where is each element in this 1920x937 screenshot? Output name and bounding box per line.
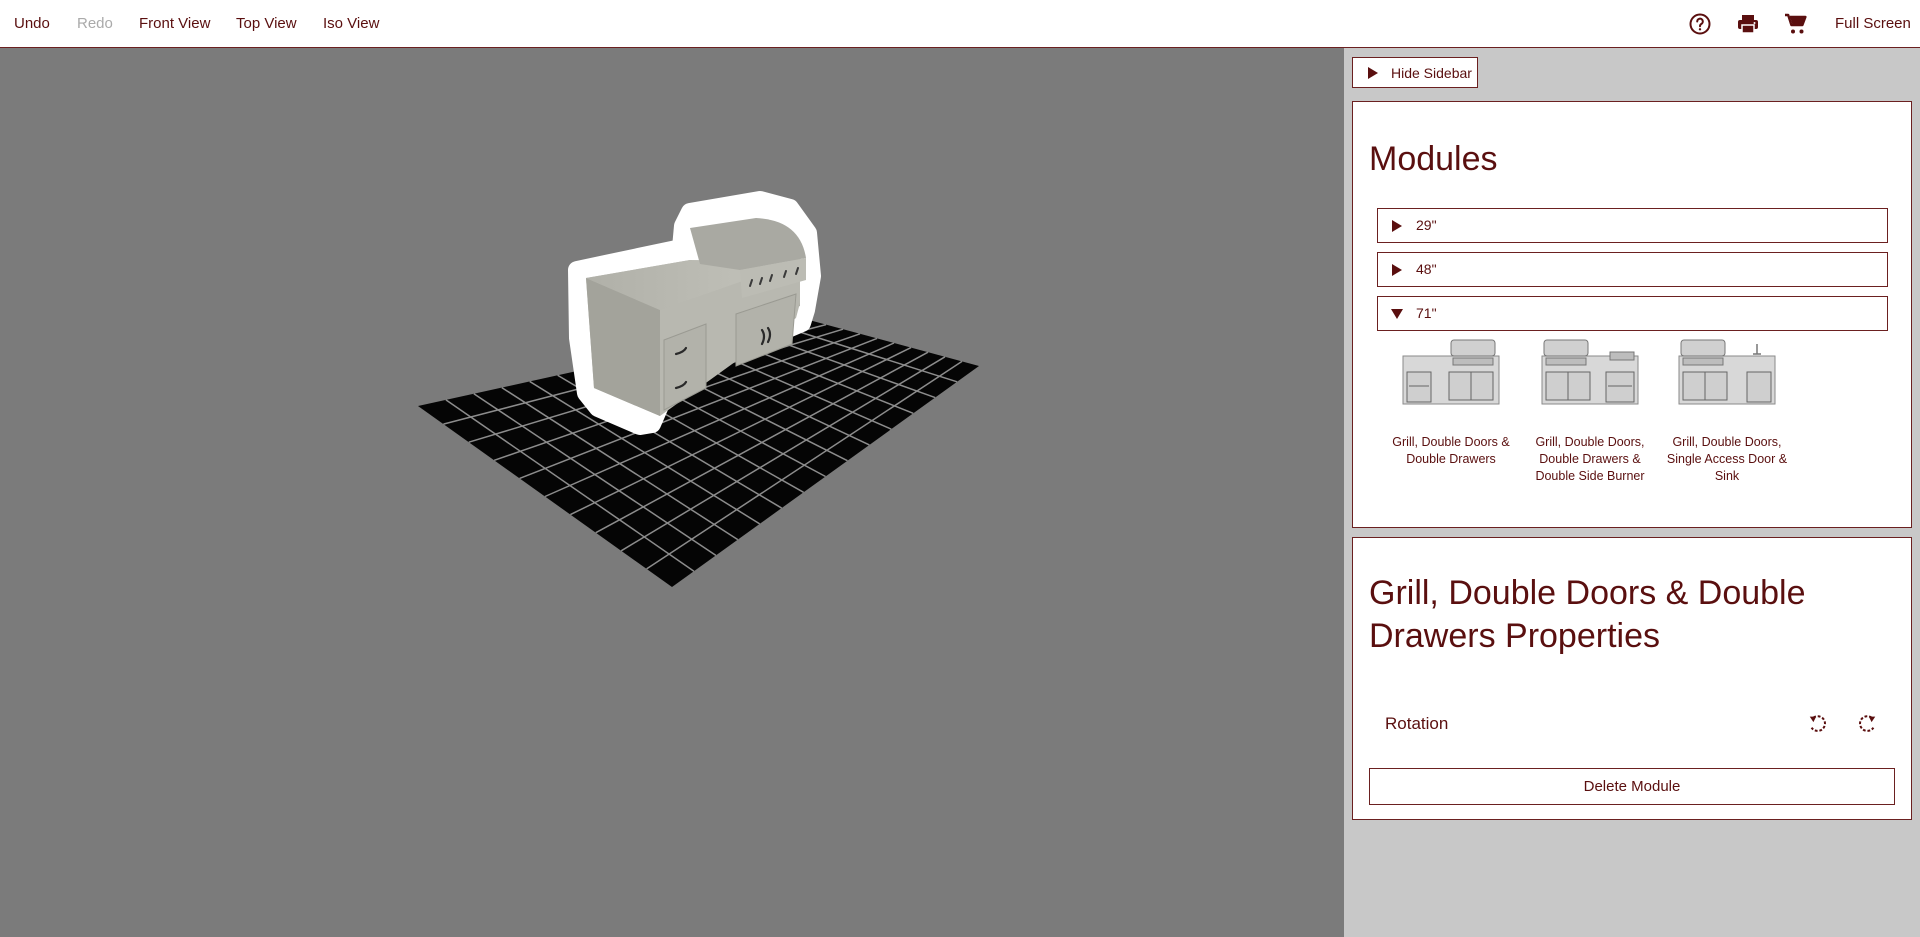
size-48-accordion[interactable]: 48"	[1377, 252, 1888, 287]
undo-button[interactable]: Undo	[14, 0, 50, 48]
caret-right-icon	[1368, 67, 1378, 79]
size-71-accordion[interactable]: 71"	[1377, 296, 1888, 331]
redo-button[interactable]: Redo	[77, 0, 113, 48]
caret-down-icon	[1391, 309, 1403, 319]
print-icon[interactable]	[1736, 12, 1760, 36]
module-name: Grill, Double Doors, Double Drawers & Do…	[1535, 435, 1645, 483]
module-name: Grill, Double Doors & Double Drawers	[1392, 435, 1510, 466]
module-card[interactable]: Grill, Double Doors & Double Drawers	[1383, 338, 1513, 488]
size-29-accordion[interactable]: 29"	[1377, 208, 1888, 243]
modules-title: Modules	[1369, 140, 1498, 178]
rotation-label: Rotation	[1385, 714, 1449, 733]
top-toolbar: Undo Redo Front View Top View Iso View F…	[0, 0, 1920, 48]
delete-module-button[interactable]: Delete Module	[1369, 768, 1895, 805]
help-icon[interactable]	[1688, 12, 1712, 36]
module-thumbnail	[1402, 339, 1500, 405]
size-label: 29"	[1416, 217, 1437, 233]
hide-sidebar-label: Hide Sidebar	[1391, 65, 1472, 81]
rotate-right-icon[interactable]	[1856, 713, 1878, 735]
size-label: 48"	[1416, 261, 1437, 277]
size-label: 71"	[1416, 305, 1437, 321]
rotate-left-icon[interactable]	[1807, 713, 1829, 735]
module-thumbnail	[1678, 339, 1776, 405]
caret-right-icon	[1392, 264, 1402, 276]
module-card[interactable]: Grill, Double Doors, Double Drawers & Do…	[1522, 338, 1652, 488]
module-thumbnail	[1541, 339, 1639, 405]
caret-right-icon	[1392, 220, 1402, 232]
3d-viewport[interactable]	[0, 48, 1344, 937]
properties-panel: Grill, Double Doors & Double Drawers Pro…	[1352, 537, 1912, 820]
hide-sidebar-button[interactable]: Hide Sidebar	[1352, 57, 1478, 88]
front-view-button[interactable]: Front View	[139, 0, 210, 48]
full-screen-button[interactable]: Full Screen	[1835, 0, 1911, 48]
modules-panel: Modules 29" 48" 71" Grill, Double Doors …	[1352, 101, 1912, 528]
iso-view-button[interactable]: Iso View	[323, 0, 379, 48]
top-view-button[interactable]: Top View	[236, 0, 297, 48]
cart-icon[interactable]	[1784, 12, 1808, 36]
module-name: Grill, Double Doors, Single Access Door …	[1666, 435, 1788, 483]
module-card[interactable]: Grill, Double Doors, Single Access Door …	[1659, 338, 1789, 488]
scene-canvas	[418, 191, 979, 587]
properties-title: Grill, Double Doors & Double Drawers Pro…	[1369, 574, 1806, 655]
sidebar: Hide Sidebar Modules 29" 48" 71" Grill, …	[1344, 48, 1920, 937]
